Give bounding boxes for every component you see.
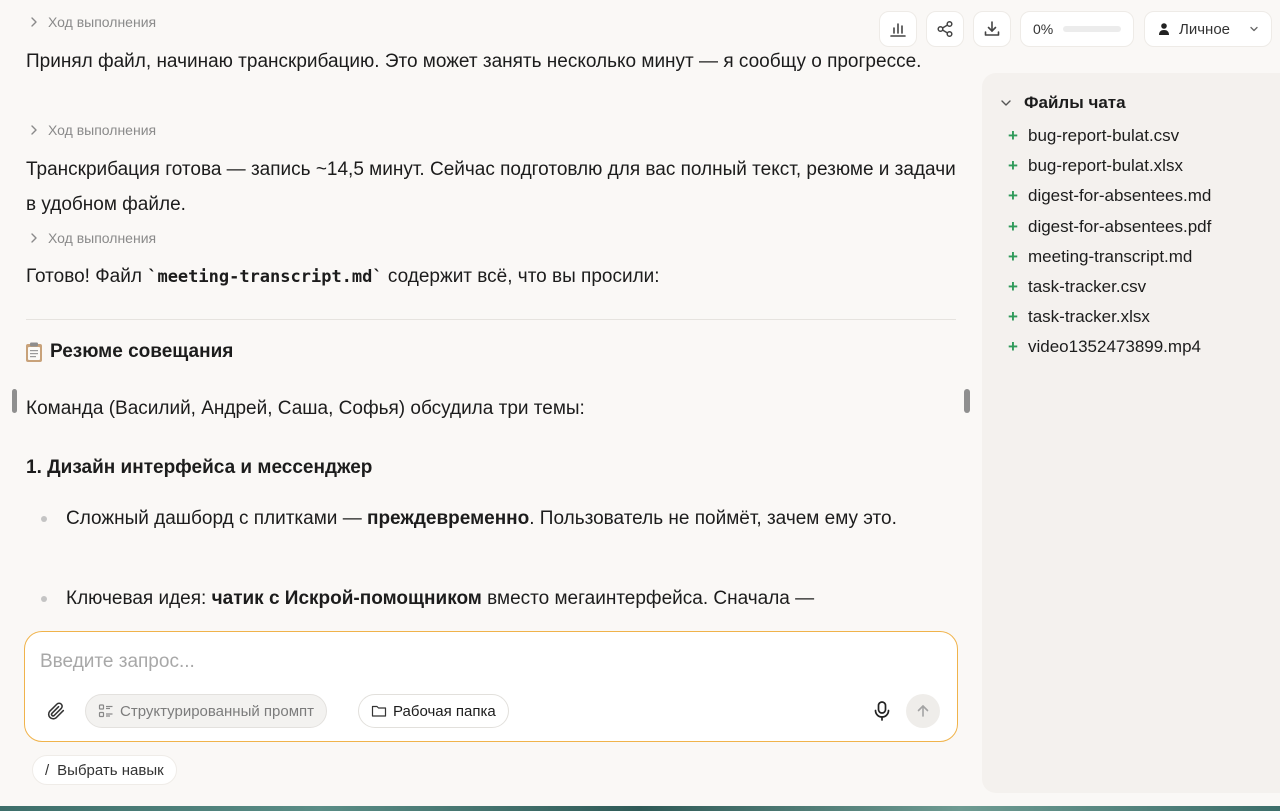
file-item[interactable]: + digest-for-absentees.md xyxy=(1008,181,1211,211)
plus-icon: + xyxy=(1008,277,1018,297)
plus-icon: + xyxy=(1008,156,1018,176)
plus-icon: + xyxy=(1008,246,1018,266)
plus-icon: + xyxy=(1008,337,1018,357)
prompt-input[interactable] xyxy=(40,648,920,676)
progress-toggle[interactable]: Ход выполнения xyxy=(28,122,156,138)
user-icon xyxy=(1159,23,1169,35)
ready-suffix: содержит всё, что вы просили: xyxy=(382,266,660,287)
assistant-message: Транскрибация готова — запись ~14,5 мину… xyxy=(26,159,956,215)
chevron-right-icon xyxy=(31,17,37,27)
workspace-dropdown[interactable]: Личное xyxy=(1144,11,1272,47)
progress-toggle-label: Ход выполнения xyxy=(48,14,157,30)
progress-toggle-label: Ход выполнения xyxy=(48,122,157,138)
progress-indicator: 0% xyxy=(1020,11,1134,47)
progress-toggle-label: Ход выполнения xyxy=(48,230,157,246)
download-icon xyxy=(984,21,1000,36)
bar-chart-icon xyxy=(890,23,906,37)
share-icon xyxy=(937,20,953,38)
file-item[interactable]: + bug-report-bulat.xlsx xyxy=(1008,151,1211,181)
file-name: bug-report-bulat.csv xyxy=(1028,126,1180,146)
file-item[interactable]: + task-tracker.xlsx xyxy=(1008,302,1211,332)
progress-text: 0% xyxy=(1033,21,1054,37)
file-name: video1352473899.mp4 xyxy=(1028,337,1201,357)
paperclip-icon xyxy=(47,702,65,720)
chevron-down-icon xyxy=(1250,26,1258,32)
ready-prefix: Готово! Файл xyxy=(26,266,148,287)
file-item[interactable]: + video1352473899.mp4 xyxy=(1008,332,1211,362)
composer: Структурированный промпт Рабочая папка xyxy=(24,631,958,742)
file-name: bug-report-bulat.xlsx xyxy=(1028,156,1183,176)
chevron-right-icon xyxy=(31,233,37,243)
plus-icon: + xyxy=(1008,186,1018,206)
file-item[interactable]: + bug-report-bulat.csv xyxy=(1008,121,1211,151)
file-name: task-tracker.xlsx xyxy=(1028,307,1150,327)
list-item: Ключевая идея: чатик с Искрой-помощником… xyxy=(41,581,936,616)
chat-files-panel: Файлы чата + bug-report-bulat.csv + bug-rep… xyxy=(982,73,1280,793)
plus-icon: + xyxy=(1008,307,1018,327)
share-button[interactable] xyxy=(926,11,964,47)
file-name: task-tracker.csv xyxy=(1028,277,1147,297)
microphone-icon xyxy=(874,701,890,721)
send-button[interactable] xyxy=(906,694,940,728)
list-item-bold: преждевременно xyxy=(366,508,530,529)
list-item-text: вместо мегаинтерфейса. Сначала — xyxy=(481,588,815,609)
list-item-text: . Пользователь не поймёт, зачем ему это. xyxy=(529,508,897,529)
chevron-right-icon xyxy=(31,125,37,135)
summary-heading: Резюме совещания xyxy=(24,341,233,363)
choose-skill-label: Выбрать навык xyxy=(57,761,164,779)
divider xyxy=(26,319,956,320)
download-button[interactable] xyxy=(973,11,1011,47)
list-icon xyxy=(98,704,113,718)
resize-handle-left[interactable] xyxy=(12,389,17,413)
scrollbar-thumb[interactable] xyxy=(964,389,970,413)
attach-button[interactable] xyxy=(43,698,69,724)
file-name: meeting-transcript.md xyxy=(1028,246,1193,266)
assistant-message: Принял файл, начинаю транскрибацию. Это … xyxy=(26,51,922,72)
files-header[interactable]: Файлы чата xyxy=(1000,93,1126,113)
file-name: digest-for-absentees.md xyxy=(1028,186,1212,206)
stats-button[interactable] xyxy=(879,11,917,47)
file-name: digest-for-absentees.pdf xyxy=(1028,216,1212,236)
slash-icon: / xyxy=(45,761,50,779)
chat-thread: Ход выполнения Принял файл, начинаю тран… xyxy=(0,0,980,630)
progress-toggle[interactable]: Ход выполнения xyxy=(28,230,156,246)
plus-icon: + xyxy=(1008,126,1018,146)
file-code-name: `meeting-transcript.md` xyxy=(147,267,383,287)
list-item-text: Ключевая идея: xyxy=(66,588,212,609)
workspace-label: Личное xyxy=(1179,20,1231,38)
choose-skill-button[interactable]: / Выбрать навык xyxy=(32,755,177,785)
ready-message: Готово! Файл `meeting-transcript.md` сод… xyxy=(26,259,956,295)
top-toolbar: 0% Личное xyxy=(879,11,1272,47)
plus-icon: + xyxy=(1008,216,1018,236)
topic-heading: 1. Дизайн интерфейса и мессенджер xyxy=(26,457,373,478)
list-item-bold: чатик с Искрой-помощником xyxy=(211,588,482,609)
clipboard-icon xyxy=(24,341,44,363)
microphone-button[interactable] xyxy=(869,698,895,724)
progress-toggle[interactable]: Ход выполнения xyxy=(28,14,156,30)
arrow-up-icon xyxy=(917,705,929,717)
team-line: Команда (Василий, Андрей, Саша, Софья) о… xyxy=(26,398,585,419)
structured-prompt-label: Структурированный промпт xyxy=(120,702,315,720)
progress-track xyxy=(1063,26,1121,32)
chevron-down-icon xyxy=(1001,100,1011,106)
summary-title: Резюме совещания xyxy=(50,341,234,362)
structured-prompt-button[interactable]: Структурированный промпт xyxy=(85,694,328,728)
files-header-label: Файлы чата xyxy=(1024,93,1126,112)
file-item[interactable]: + task-tracker.csv xyxy=(1008,272,1211,302)
file-item[interactable]: + digest-for-absentees.pdf xyxy=(1008,212,1211,242)
list-item: Сложный дашборд с плитками — преждевреме… xyxy=(41,501,936,536)
list-item-text: Сложный дашборд с плитками — xyxy=(66,508,367,529)
work-folder-button[interactable]: Рабочая папка xyxy=(358,694,509,728)
file-list: + bug-report-bulat.csv + bug-report-bulat.x… xyxy=(1008,121,1211,363)
file-item[interactable]: + meeting-transcript.md xyxy=(1008,242,1211,272)
folder-icon xyxy=(371,705,387,717)
work-folder-label: Рабочая папка xyxy=(393,702,496,720)
desktop-wallpaper-strip xyxy=(0,806,1280,811)
